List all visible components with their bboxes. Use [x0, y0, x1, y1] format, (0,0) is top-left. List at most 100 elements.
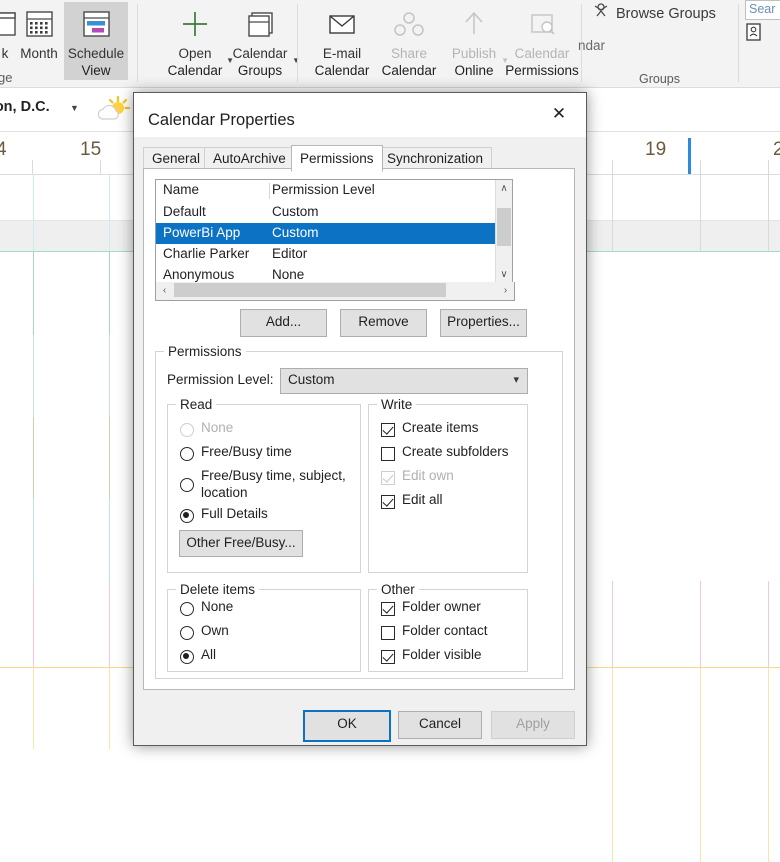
other-checkbox-folder-visible[interactable] — [381, 650, 395, 664]
weather-city-label[interactable]: ton, D.C. — [0, 99, 50, 115]
other-groupbox: Other Folder owner Folder contact Folder… — [368, 582, 528, 672]
delete-radio-own[interactable] — [180, 626, 194, 640]
list-item[interactable]: Charlie Parker Editor — [156, 244, 496, 265]
address-book-icon[interactable] — [745, 22, 762, 46]
date-number[interactable]: 2 — [773, 139, 780, 161]
write-checkbox-edit-all[interactable] — [381, 495, 395, 509]
horizontal-scrollbar-thumb[interactable] — [174, 283, 446, 297]
ribbon-button-email-calendar[interactable]: E-mail Calendar — [306, 2, 378, 78]
list-horizontal-scrollbar[interactable]: ‹ › — [155, 282, 515, 301]
delete-label-all: All — [201, 647, 217, 662]
tab-permissions[interactable]: Permissions — [291, 145, 383, 172]
grid-vline — [33, 174, 34, 251]
list-item-name: PowerBi App — [163, 225, 241, 240]
delete-items-groupbox: Delete items None Own All — [167, 582, 361, 672]
write-label-create-subfolders: Create subfolders — [402, 444, 509, 459]
ribbon-button-publish-online-sublabel: Online — [454, 63, 494, 78]
chevron-down-icon[interactable]: ▾ — [513, 373, 519, 386]
list-item-selected[interactable]: PowerBi App Custom — [156, 223, 496, 244]
list-item-name: Anonymous — [163, 267, 235, 282]
delete-radio-none[interactable] — [180, 602, 194, 616]
permission-level-select[interactable]: Custom ▾ — [280, 368, 528, 394]
ribbon-button-schedule-view[interactable]: Schedule View — [64, 2, 128, 80]
share-icon — [374, 2, 444, 46]
remove-button[interactable]: Remove — [340, 309, 427, 337]
read-label-free-busy: Free/Busy time — [201, 444, 292, 459]
permissions-list[interactable]: Name Permission Level Default Custom Pow… — [155, 179, 513, 284]
ribbon-button-month[interactable]: Month — [13, 2, 65, 61]
apply-button: Apply — [491, 711, 575, 739]
grid-vline — [33, 667, 34, 749]
delete-label-own: Own — [201, 623, 229, 638]
ribbon-button-calendar-permissions: Calendar Permissions — [504, 2, 580, 78]
column-header-name: Name — [163, 182, 200, 197]
read-label-none: None — [201, 420, 234, 435]
other-groupbox-label: Other — [377, 582, 419, 597]
scroll-right-icon[interactable]: › — [497, 282, 514, 298]
date-tick — [32, 160, 33, 174]
write-label-edit-own: Edit own — [402, 468, 454, 483]
date-tick — [100, 160, 101, 174]
vertical-scrollbar-thumb[interactable] — [497, 208, 511, 246]
other-checkbox-folder-contact[interactable] — [381, 626, 395, 640]
ribbon-button-browse-groups[interactable]: Browse Groups — [592, 2, 716, 25]
tab-general[interactable]: General — [143, 147, 210, 170]
read-radio-full-details[interactable] — [180, 509, 194, 523]
delete-label-none: None — [201, 599, 234, 614]
ribbon-button-calendar-groups[interactable]: Calendar Groups ▼ — [221, 2, 300, 78]
date-number[interactable]: 4 — [0, 139, 7, 161]
grid-vline — [768, 667, 769, 862]
search-input[interactable]: Sear — [745, 0, 780, 20]
add-button[interactable]: Add... — [240, 309, 327, 337]
tab-synchronization[interactable]: Synchronization — [378, 147, 493, 170]
ribbon-group-groups: Browse Groups Groups — [582, 0, 737, 88]
grid-vline — [700, 667, 701, 862]
permission-level-value: Custom — [288, 372, 335, 387]
scroll-left-icon[interactable]: ‹ — [156, 282, 173, 298]
grid-vline — [33, 251, 34, 335]
ok-button[interactable]: OK — [303, 710, 391, 742]
list-item-name: Charlie Parker — [163, 246, 250, 261]
dialog-footer: OK Cancel Apply — [134, 698, 586, 744]
grid-vline — [612, 581, 613, 667]
ribbon-button-share-calendar-label: Share — [390, 46, 428, 61]
ribbon-button-open-calendar-label: Open — [178, 46, 212, 61]
list-item-level: None — [272, 267, 305, 282]
ribbon-group-arrange: k Month Schedule View ◢ — [0, 0, 137, 107]
read-radio-free-busy-subject-location[interactable] — [180, 478, 194, 492]
ribbon-button-calendar-groups-sublabel: Groups — [237, 63, 283, 78]
list-vertical-scrollbar[interactable]: ∧ ∨ — [495, 180, 512, 283]
grid-vline — [109, 335, 110, 417]
weather-dropdown-arrow-icon[interactable]: ▼ — [70, 103, 79, 113]
scroll-up-icon[interactable]: ∧ — [496, 180, 512, 197]
other-free-busy-button[interactable]: Other Free/Busy... — [179, 530, 303, 557]
other-label-folder-contact: Folder contact — [402, 623, 488, 638]
list-item-level: Custom — [272, 204, 319, 219]
date-number[interactable]: 15 — [80, 139, 101, 161]
read-radio-free-busy[interactable] — [180, 447, 194, 461]
permissions-tab-panel: Name Permission Level Default Custom Pow… — [143, 168, 575, 690]
scroll-down-icon[interactable]: ∨ — [496, 266, 512, 283]
delete-radio-all[interactable] — [180, 650, 194, 664]
date-tick — [700, 160, 701, 174]
list-item-level: Editor — [272, 246, 308, 261]
cancel-button[interactable]: Cancel — [398, 711, 482, 739]
current-time-cursor — [688, 138, 691, 174]
date-number[interactable]: 19 — [645, 139, 666, 161]
grid-vline — [612, 667, 613, 862]
schedule-view-icon — [64, 2, 128, 46]
write-checkbox-edit-own — [381, 471, 395, 485]
list-item-name: Default — [163, 204, 206, 219]
write-label-create-items: Create items — [402, 420, 479, 435]
tab-autoarchive[interactable]: AutoArchive — [204, 147, 295, 170]
list-item[interactable]: Default Custom — [156, 202, 496, 223]
properties-button[interactable]: Properties... — [440, 309, 527, 337]
write-checkbox-create-items[interactable] — [381, 423, 395, 437]
ribbon-group-share: E-mail Calendar Share Calendar Publish O… — [298, 0, 580, 88]
ribbon-button-calendar-permissions-label: Calendar — [514, 46, 570, 61]
close-icon[interactable]: ✕ — [538, 99, 580, 129]
grid-vline — [768, 581, 769, 667]
other-checkbox-folder-owner[interactable] — [381, 602, 395, 616]
write-checkbox-create-subfolders[interactable] — [381, 447, 395, 461]
other-label-folder-visible: Folder visible — [402, 647, 482, 662]
